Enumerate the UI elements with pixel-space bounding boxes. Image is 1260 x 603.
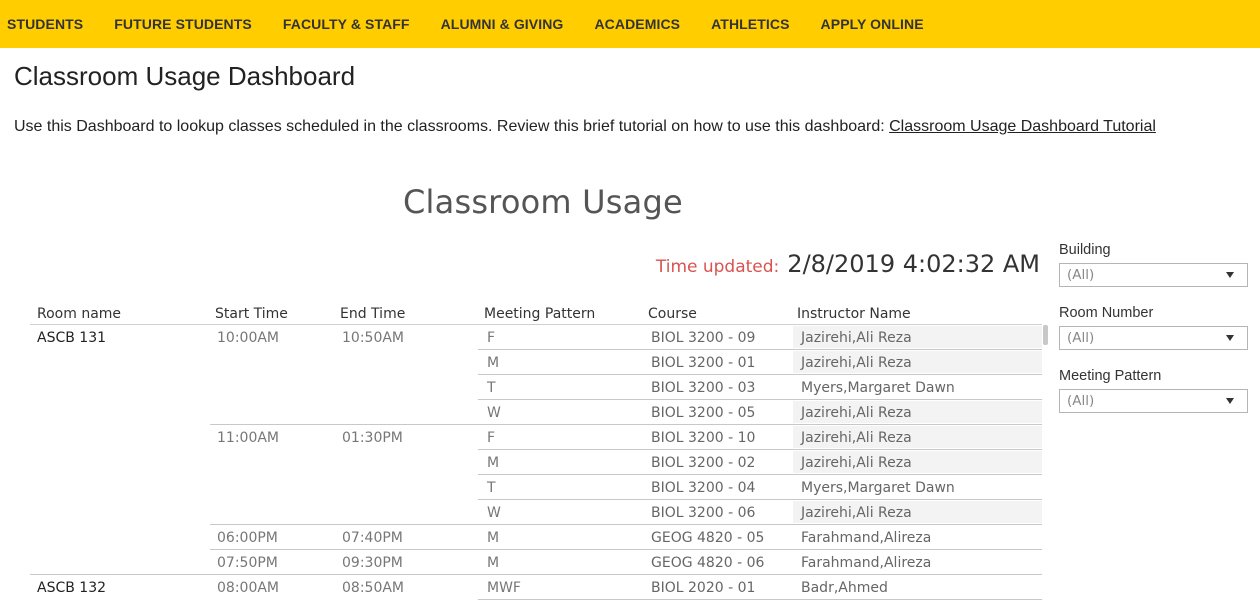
- start-time-cell[interactable]: 08:00AM: [217, 580, 279, 596]
- page-title: Classroom Usage Dashboard: [14, 61, 356, 91]
- row-divider: [210, 524, 1042, 525]
- building-filter-value: (All): [1067, 267, 1095, 283]
- time-updated: Time updated: 2/8/2019 4:02:32 AM: [0, 250, 1040, 278]
- nav-link-future-students[interactable]: FUTURE STUDENTS: [114, 16, 252, 32]
- course-cell[interactable]: BIOL 3200 - 03: [651, 380, 755, 396]
- row-divider: [478, 449, 1042, 450]
- filters-panel: Building (All) Room Number (All) Meeting…: [1059, 242, 1249, 431]
- instructor-cell[interactable]: Jazirehi,Ali Reza: [801, 355, 912, 371]
- instructor-cell[interactable]: Jazirehi,Ali Reza: [801, 455, 912, 471]
- instructor-cell[interactable]: Jazirehi,Ali Reza: [801, 330, 912, 346]
- meeting-pattern-cell[interactable]: F: [487, 330, 495, 346]
- start-time-cell[interactable]: 06:00PM: [217, 530, 278, 546]
- instructor-cell[interactable]: Jazirehi,Ali Reza: [801, 430, 912, 446]
- course-cell[interactable]: BIOL 3200 - 09: [651, 330, 755, 346]
- row-divider: [478, 374, 1042, 375]
- room-number-filter-select[interactable]: (All): [1059, 326, 1248, 350]
- row-divider: [478, 349, 1042, 350]
- row-divider: [478, 599, 1042, 600]
- course-cell[interactable]: GEOG 4820 - 06: [651, 555, 764, 571]
- header-instructor-name[interactable]: Instructor Name: [797, 306, 911, 322]
- time-updated-value: 2/8/2019 4:02:32 AM: [787, 250, 1040, 278]
- course-cell[interactable]: BIOL 3200 - 05: [651, 405, 755, 421]
- nav-link-apply-online[interactable]: APPLY ONLINE: [821, 16, 924, 32]
- end-time-cell[interactable]: 09:30PM: [342, 555, 403, 571]
- header-start-time[interactable]: Start Time: [215, 306, 288, 322]
- meeting-pattern-cell[interactable]: M: [487, 355, 499, 371]
- start-time-cell[interactable]: 10:00AM: [217, 330, 279, 346]
- course-cell[interactable]: BIOL 2020 - 01: [651, 580, 755, 596]
- instructor-cell[interactable]: Myers,Margaret Dawn: [801, 380, 955, 396]
- intro-paragraph: Use this Dashboard to lookup classes sch…: [14, 118, 1156, 136]
- instructor-cell[interactable]: Myers,Margaret Dawn: [801, 480, 955, 496]
- end-time-cell[interactable]: 08:50AM: [342, 580, 404, 596]
- row-divider: [478, 474, 1042, 475]
- instructor-cell[interactable]: Farahmand,Alireza: [801, 530, 931, 546]
- meeting-pattern-cell[interactable]: T: [487, 480, 496, 496]
- room-number-filter-value: (All): [1067, 330, 1095, 346]
- intro-text: Use this Dashboard to lookup classes sch…: [14, 118, 890, 135]
- meeting-pattern-cell[interactable]: M: [487, 455, 499, 471]
- end-time-cell[interactable]: 01:30PM: [342, 430, 403, 446]
- start-time-cell[interactable]: 07:50PM: [217, 555, 278, 571]
- top-nav-bar: STUDENTS FUTURE STUDENTS FACULTY & STAFF…: [0, 0, 1260, 48]
- instructor-cell[interactable]: Jazirehi,Ali Reza: [801, 505, 912, 521]
- meeting-pattern-cell[interactable]: M: [487, 555, 499, 571]
- building-filter-select[interactable]: (All): [1059, 263, 1248, 287]
- course-cell[interactable]: GEOG 4820 - 05: [651, 530, 764, 546]
- time-updated-label: Time updated:: [655, 257, 780, 277]
- meeting-pattern-cell[interactable]: W: [487, 405, 501, 421]
- nav-link-athletics[interactable]: ATHLETICS: [711, 16, 789, 32]
- room-name-cell[interactable]: ASCB 131: [37, 330, 106, 346]
- row-divider: [210, 549, 1042, 550]
- nav-link-faculty-staff[interactable]: FACULTY & STAFF: [283, 16, 410, 32]
- end-time-cell[interactable]: 10:50AM: [342, 330, 404, 346]
- course-cell[interactable]: BIOL 3200 - 04: [651, 480, 755, 496]
- dropdown-arrow-icon: [1226, 272, 1234, 278]
- table-header: Room name Start Time End Time Meeting Pa…: [30, 303, 1042, 325]
- end-time-cell[interactable]: 07:40PM: [342, 530, 403, 546]
- nav-link-alumni-giving[interactable]: ALUMNI & GIVING: [441, 16, 564, 32]
- meeting-pattern-cell[interactable]: F: [487, 430, 495, 446]
- course-cell[interactable]: BIOL 3200 - 01: [651, 355, 755, 371]
- course-cell[interactable]: BIOL 3200 - 10: [651, 430, 755, 446]
- row-divider: [478, 499, 1042, 500]
- room-number-filter-label: Room Number: [1059, 305, 1154, 321]
- meeting-pattern-cell[interactable]: T: [487, 380, 496, 396]
- header-room-name[interactable]: Room name: [37, 306, 121, 322]
- header-end-time[interactable]: End Time: [340, 306, 405, 322]
- row-divider: [478, 399, 1042, 400]
- meeting-pattern-filter-select[interactable]: (All): [1059, 389, 1248, 413]
- dropdown-arrow-icon: [1226, 335, 1234, 341]
- table-scrollbar-thumb[interactable]: [1043, 325, 1048, 345]
- course-cell[interactable]: BIOL 3200 - 06: [651, 505, 755, 521]
- row-divider: [30, 574, 1042, 575]
- meeting-pattern-cell[interactable]: MWF: [487, 580, 521, 596]
- meeting-pattern-cell[interactable]: W: [487, 505, 501, 521]
- dropdown-arrow-icon: [1226, 398, 1234, 404]
- header-meeting-pattern[interactable]: Meeting Pattern: [484, 306, 595, 322]
- viz-title: Classroom Usage: [403, 183, 683, 221]
- room-name-cell[interactable]: ASCB 132: [37, 580, 106, 596]
- instructor-cell[interactable]: Badr,Ahmed: [801, 580, 888, 596]
- instructor-cell[interactable]: Jazirehi,Ali Reza: [801, 405, 912, 421]
- nav-link-students[interactable]: STUDENTS: [7, 16, 83, 32]
- header-course[interactable]: Course: [648, 306, 697, 322]
- tutorial-link[interactable]: Classroom Usage Dashboard Tutorial: [889, 118, 1156, 135]
- instructor-cell[interactable]: Farahmand,Alireza: [801, 555, 931, 571]
- meeting-pattern-cell[interactable]: M: [487, 530, 499, 546]
- meeting-pattern-filter-value: (All): [1067, 393, 1095, 409]
- start-time-cell[interactable]: 11:00AM: [217, 430, 279, 446]
- course-cell[interactable]: BIOL 3200 - 02: [651, 455, 755, 471]
- meeting-pattern-filter-label: Meeting Pattern: [1059, 368, 1162, 384]
- building-filter-label: Building: [1059, 242, 1111, 258]
- nav-link-academics[interactable]: ACADEMICS: [594, 16, 680, 32]
- row-divider: [210, 424, 1042, 425]
